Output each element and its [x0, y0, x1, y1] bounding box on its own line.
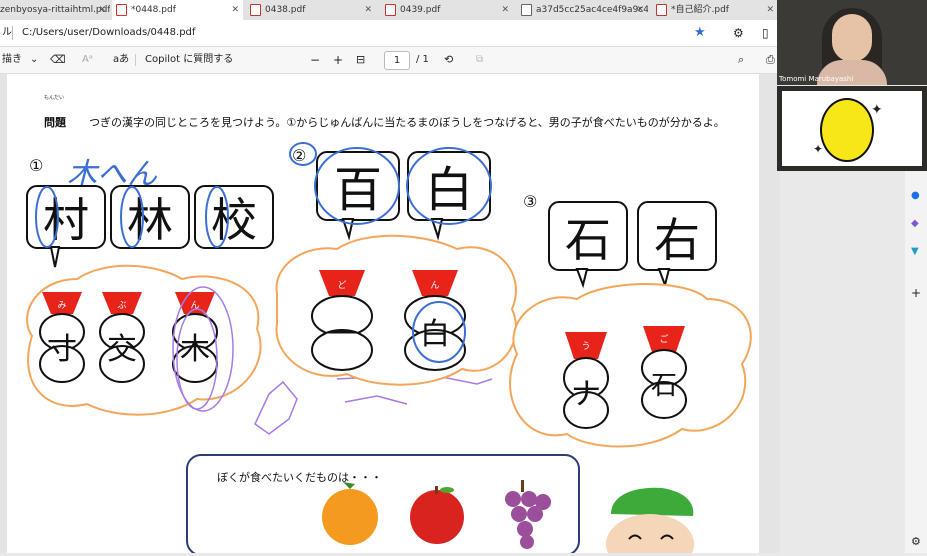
problem-label: 問題 — [44, 116, 67, 129]
close-icon[interactable]: ✕ — [766, 0, 774, 20]
problem-ruby: もんだい — [44, 95, 64, 101]
add-icon[interactable]: + — [911, 286, 921, 300]
two-page-icon: ⧉ — [476, 54, 484, 65]
address-bar: ル C:/Users/user/Downloads/0448.pdf ★ ⚙ ▯ — [0, 20, 780, 47]
piece-1: 寸 — [47, 332, 77, 367]
kanji-4: 百 — [334, 162, 382, 218]
worksheet: もんだい 問題 つぎの漢字の同じところを見つけよう。①からじゅんばんに当たるまの… — [26, 95, 752, 556]
outlook-icon[interactable]: ● — [911, 190, 920, 201]
address-prefix: ル — [2, 27, 12, 38]
kanji-1: 村 — [43, 193, 89, 247]
hat-2-label: ぶ — [117, 300, 126, 311]
hat-1-label: み — [57, 300, 66, 311]
speech-tail — [49, 246, 61, 268]
instruction-text: つぎの漢字の同じところを見つけよう。①からじゅんばんに当たるまのぼうしをつなげる… — [89, 115, 725, 129]
divider — [12, 26, 13, 40]
rotate-icon[interactable]: ⟲ — [444, 47, 453, 73]
boy-illustration — [606, 487, 694, 556]
hat-5-label: ん — [430, 280, 439, 291]
pdf-icon — [116, 3, 127, 16]
print-icon[interactable]: ⎙ — [766, 47, 775, 73]
eraser-icon[interactable]: ⌫ — [50, 47, 66, 73]
speech-tail — [657, 268, 671, 289]
copilot-icon[interactable]: ◆ — [911, 218, 919, 229]
app-icon[interactable]: ▼ — [911, 246, 919, 257]
tab-1[interactable]: zenbyosya-rittaihtml.pdf ✕ — [0, 0, 110, 20]
piece-2: 交 — [107, 332, 137, 367]
close-icon[interactable]: ✕ — [501, 0, 509, 20]
tab-3[interactable]: 0438.pdf ✕ — [246, 0, 376, 20]
pdf-icon — [385, 3, 396, 16]
speech-tail — [575, 268, 589, 289]
kanji-2: 林 — [127, 193, 173, 247]
page-total: / 1 — [416, 54, 429, 65]
read-aloud-button[interactable]: aあ — [113, 47, 129, 73]
section-1-kanji: 村 林 校 — [26, 185, 274, 268]
cloud-3 — [509, 283, 752, 448]
pdf-page: もんだい 問題 つぎの漢字の同じところを見つけよう。①からじゅんばんに当たるまの… — [7, 74, 759, 556]
section-1-number: ① — [29, 156, 43, 175]
hat-6-label: う — [581, 341, 590, 352]
draw-button[interactable]: 描き — [2, 47, 22, 73]
hat-4-label: ど — [337, 280, 346, 291]
piece-4: 一 — [327, 317, 357, 352]
tab-2[interactable]: *0448.pdf ✕ — [112, 0, 243, 20]
zoom-in-button[interactable]: + — [333, 47, 343, 73]
extensions-icon[interactable]: ⚙ — [733, 20, 744, 46]
sparkle-icon: ✦ — [813, 142, 824, 156]
tab-6[interactable]: *自己紹介.pdf ✕ — [652, 0, 778, 20]
address-input[interactable]: C:/Users/user/Downloads/0448.pdf — [22, 20, 195, 46]
piece-3: 木 — [180, 332, 210, 367]
hat-7-label: ご — [659, 333, 668, 345]
pdf-icon — [656, 3, 667, 16]
gear-icon[interactable]: ⚙ — [911, 535, 921, 548]
file-icon — [521, 3, 532, 16]
participant-video: Tomomi Marubayashi — [777, 0, 927, 85]
answer-prompt: ぼくが食べたいくだものは・・・ — [217, 470, 382, 484]
chevron-down-icon[interactable]: ⌄ — [30, 47, 38, 73]
kanji-7: 右 — [654, 213, 700, 267]
piece-7: 石 — [651, 371, 677, 401]
smiley-icon — [820, 98, 874, 162]
pdf-icon — [250, 3, 261, 16]
sparkle-icon: ✦ — [871, 102, 883, 118]
kanji-6: 石 — [565, 213, 611, 267]
favorite-star-icon[interactable]: ★ — [694, 20, 706, 46]
kanji-5: 白 — [425, 162, 473, 218]
page-number-input[interactable]: 1 — [384, 51, 410, 70]
close-icon[interactable]: ✕ — [364, 0, 372, 20]
search-icon[interactable]: ⌕ — [738, 47, 744, 73]
close-icon[interactable]: ✕ — [636, 0, 644, 20]
copilot-button[interactable]: Copilot に質問する — [145, 47, 233, 73]
pdf-viewer: もんだい 問題 つぎの漢字の同じところを見つけよう。①からじゅんばんに当たるまの… — [0, 74, 780, 556]
close-icon[interactable]: ✕ — [231, 0, 239, 20]
tab-5[interactable]: a37d5cc25ac4ce4f9a9c4 ✕ — [517, 0, 648, 20]
kanji-3: 校 — [211, 193, 257, 247]
section-3-number: ③ — [523, 192, 537, 211]
sidebar: ● ◆ ▼ + ⚙ — [905, 170, 927, 553]
tab-4[interactable]: 0439.pdf ✕ — [381, 0, 513, 20]
close-icon[interactable]: ✕ — [98, 0, 106, 20]
fit-page-icon[interactable]: ⊟ — [356, 47, 365, 73]
answer-box — [186, 454, 580, 556]
virtual-avatar-video: ✦ ✦ — [777, 86, 927, 171]
section-3-kanji: 石 右 — [548, 201, 717, 289]
text-icon: Aᵃ — [82, 54, 93, 65]
avatar-face — [832, 14, 872, 62]
pdf-toolbar: 描き ⌄ ⌫ Aᵃ aあ Copilot に質問する − + ⊟ 1 / 1 ⟲… — [0, 47, 780, 74]
divider — [135, 54, 136, 66]
zoom-out-button[interactable]: − — [310, 47, 320, 73]
piece-6: ナ — [571, 377, 601, 412]
split-screen-icon[interactable]: ▯ — [762, 20, 769, 46]
participant-name: Tomomi Marubayashi — [779, 75, 854, 83]
section-2-kanji: 百 白 — [314, 147, 492, 241]
piece-5: 白 — [420, 317, 450, 352]
